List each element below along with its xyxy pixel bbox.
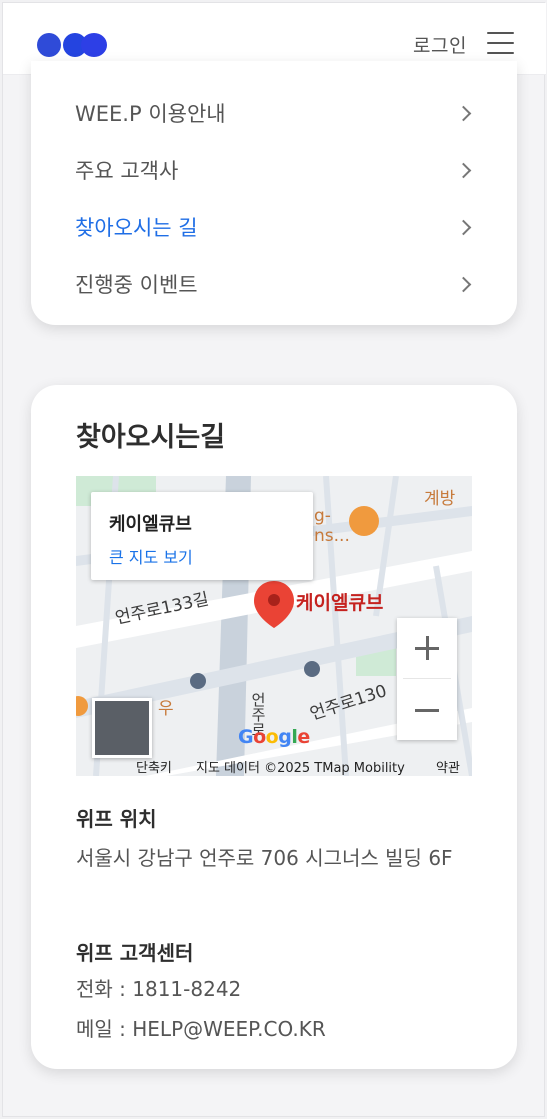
- menu-item-label: 찾아오시는 길: [75, 216, 198, 240]
- map-attribution-bar: 단축키 지도 데이터 ©2025 TMap Mobility 약관: [76, 756, 472, 776]
- menu-item-directions[interactable]: 찾아오시는 길: [75, 207, 475, 247]
- poi-label: 우: [158, 699, 174, 719]
- logo-dot: [81, 33, 107, 57]
- menu-item-wee-p-guide[interactable]: WEE.P 이용안내: [75, 93, 475, 133]
- login-link[interactable]: 로그인: [413, 31, 467, 58]
- menu-item-key-clients[interactable]: 주요 고객사: [75, 150, 475, 190]
- location-card: 찾아오시는길 계방 g- ns... 언주로133길 언주로130 언주로 우 …: [31, 385, 517, 1069]
- chevron-right-icon: [455, 219, 472, 235]
- chevron-right-icon: [455, 276, 472, 292]
- street-label: 계방: [424, 489, 456, 509]
- keyboard-shortcuts-link[interactable]: 단축키: [136, 757, 172, 776]
- email-text: 메일 : HELP@WEEP.CO.KR: [76, 1017, 326, 1041]
- menu-item-ongoing-events[interactable]: 진행중 이벤트: [75, 264, 475, 304]
- place-name: 케이엘큐브: [109, 514, 192, 535]
- logo-dot: [37, 33, 61, 57]
- phone-text: 전화 : 1811-8242: [76, 977, 242, 1001]
- hamburger-menu-icon[interactable]: [487, 31, 514, 55]
- zoom-out-button[interactable]: [397, 680, 457, 740]
- menu-dropdown-card: WEE.P 이용안내 주요 고객사 찾아오시는 길 진행중 이벤트: [31, 61, 517, 325]
- poi-label: ns...: [314, 526, 350, 546]
- customer-center-heading: 위프 고객센터: [76, 941, 194, 965]
- address-text: 서울시 강남구 언주로 706 시그너스 빌딩 6F: [76, 846, 453, 870]
- google-logo: Google: [238, 726, 310, 748]
- location-heading: 위프 위치: [76, 807, 157, 831]
- terms-link[interactable]: 약관: [436, 757, 460, 776]
- zoom-in-button[interactable]: [397, 618, 457, 678]
- chevron-right-icon: [455, 162, 472, 178]
- google-map[interactable]: 계방 g- ns... 언주로133길 언주로130 언주로 우 케이엘큐브 큰…: [76, 476, 472, 776]
- poi-label: g-: [314, 506, 331, 526]
- menu-item-label: 주요 고객사: [75, 159, 179, 183]
- menu-item-label: 진행중 이벤트: [75, 273, 198, 297]
- satellite-toggle-thumbnail[interactable]: [92, 698, 152, 758]
- map-data-attribution: 지도 데이터 ©2025 TMap Mobility: [196, 761, 405, 776]
- map-zoom-controls: [397, 618, 457, 740]
- map-info-window: 케이엘큐브 큰 지도 보기: [91, 492, 313, 580]
- chevron-right-icon: [455, 105, 472, 121]
- view-larger-map-link[interactable]: 큰 지도 보기: [109, 544, 193, 568]
- weep-logo-icon[interactable]: [37, 33, 109, 57]
- page-frame: 로그인 WEE.P 이용안내 주요 고객사 찾아오시는 길 진행중 이벤트 찾아…: [2, 2, 546, 1117]
- section-title: 찾아오시는길: [76, 422, 226, 453]
- menu-item-label: WEE.P 이용안내: [75, 102, 226, 126]
- map-pin-label[interactable]: 케이엘큐브: [296, 588, 383, 615]
- minus-icon: [415, 709, 439, 712]
